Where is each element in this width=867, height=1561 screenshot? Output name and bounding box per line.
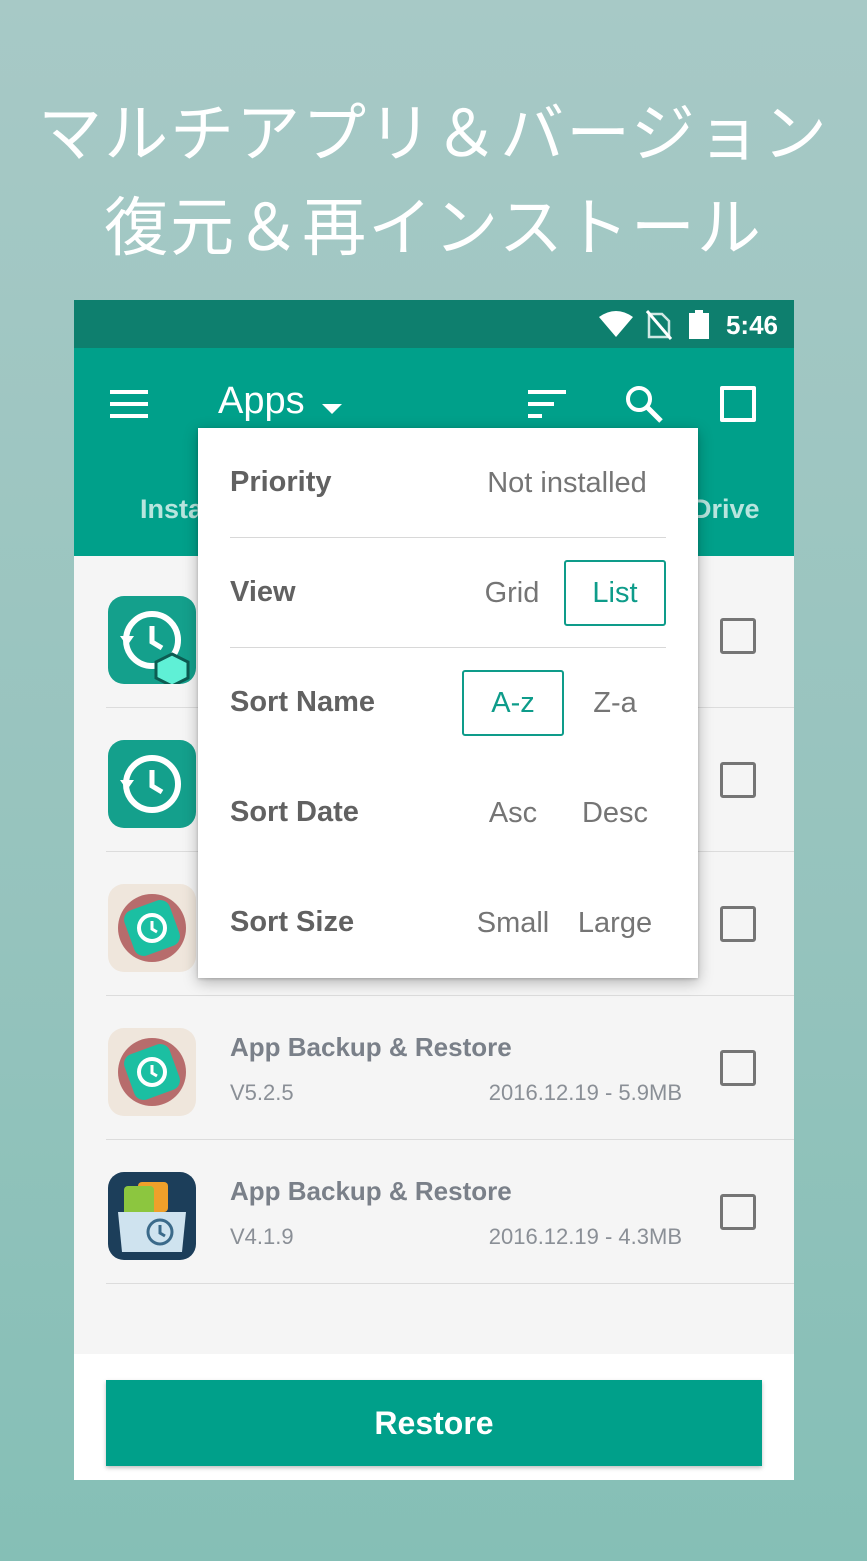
sort-date-row: Sort Date Asc Desc bbox=[230, 758, 666, 868]
view-label: View bbox=[230, 576, 296, 608]
sort-size-large-option[interactable]: Large bbox=[564, 890, 666, 956]
sort-date-asc-option[interactable]: Asc bbox=[462, 780, 564, 846]
view-grid-option[interactable]: Grid bbox=[462, 560, 562, 626]
list-item[interactable]: App Backup & Restore V5.2.5 2016.12.19 -… bbox=[106, 996, 794, 1140]
sort-name-label: Sort Name bbox=[230, 686, 376, 718]
row-checkbox[interactable] bbox=[720, 1194, 756, 1230]
app-date-size: 2016.12.19 - 4.3MB bbox=[488, 1224, 682, 1249]
headline-line-1: マルチアプリ＆バージョン bbox=[38, 98, 829, 172]
restore-cube-icon bbox=[108, 596, 196, 684]
status-bar: 5:46 bbox=[74, 300, 794, 348]
backup-folder-icon bbox=[108, 1172, 196, 1260]
battery-icon bbox=[689, 310, 709, 339]
app-version: V5.2.5 bbox=[230, 1080, 294, 1105]
sort-name-za-option[interactable]: Z-a bbox=[564, 670, 666, 736]
chevron-down-icon[interactable] bbox=[322, 404, 342, 414]
restore-button[interactable]: Restore bbox=[106, 1380, 762, 1466]
sort-size-small-option[interactable]: Small bbox=[462, 890, 564, 956]
view-row: View Grid List bbox=[230, 538, 666, 648]
app-name: App Backup & Restore bbox=[230, 1032, 512, 1062]
restore-flower-icon bbox=[108, 1028, 196, 1116]
wifi-icon bbox=[599, 311, 633, 337]
toolbar-title[interactable]: Apps bbox=[218, 380, 305, 423]
sort-size-row: Sort Size Small Large bbox=[230, 868, 666, 978]
view-options-dropdown: Priority Not installed View Grid List So… bbox=[198, 428, 698, 978]
headline: マルチアプリ＆バージョン 復元＆再インストール bbox=[0, 88, 867, 276]
row-checkbox[interactable] bbox=[720, 762, 756, 798]
search-icon[interactable] bbox=[624, 384, 664, 424]
no-sim-icon bbox=[646, 310, 672, 340]
menu-icon[interactable] bbox=[110, 390, 148, 418]
priority-label: Priority bbox=[230, 466, 332, 498]
row-checkbox[interactable] bbox=[720, 1050, 756, 1086]
priority-row: Priority Not installed bbox=[230, 428, 666, 538]
sort-icon[interactable] bbox=[528, 390, 566, 418]
status-time: 5:46 bbox=[725, 310, 778, 340]
app-version: V4.1.9 bbox=[230, 1224, 294, 1249]
priority-not-installed-option[interactable]: Not installed bbox=[468, 450, 666, 516]
row-checkbox[interactable] bbox=[720, 906, 756, 942]
select-all-checkbox[interactable] bbox=[720, 386, 756, 422]
sort-size-label: Sort Size bbox=[230, 906, 355, 938]
sort-date-label: Sort Date bbox=[230, 796, 359, 828]
sort-date-desc-option[interactable]: Desc bbox=[564, 780, 666, 846]
tab-installed[interactable]: Insta bbox=[140, 494, 203, 525]
list-item[interactable]: App Backup & Restore V4.1.9 2016.12.19 -… bbox=[106, 1140, 794, 1284]
sort-name-az-option[interactable]: A-z bbox=[462, 670, 564, 736]
restore-flower-icon bbox=[108, 884, 196, 972]
view-list-option[interactable]: List bbox=[564, 560, 666, 626]
app-name: App Backup & Restore bbox=[230, 1176, 512, 1206]
row-checkbox[interactable] bbox=[720, 618, 756, 654]
app-date-size: 2016.12.19 - 5.9MB bbox=[488, 1080, 682, 1105]
tab-drive[interactable]: Drive bbox=[692, 494, 760, 525]
sort-name-row: Sort Name A-z Z-a bbox=[230, 648, 666, 758]
restore-icon bbox=[108, 740, 196, 828]
headline-line-2: 復元＆再インストール bbox=[104, 192, 763, 266]
